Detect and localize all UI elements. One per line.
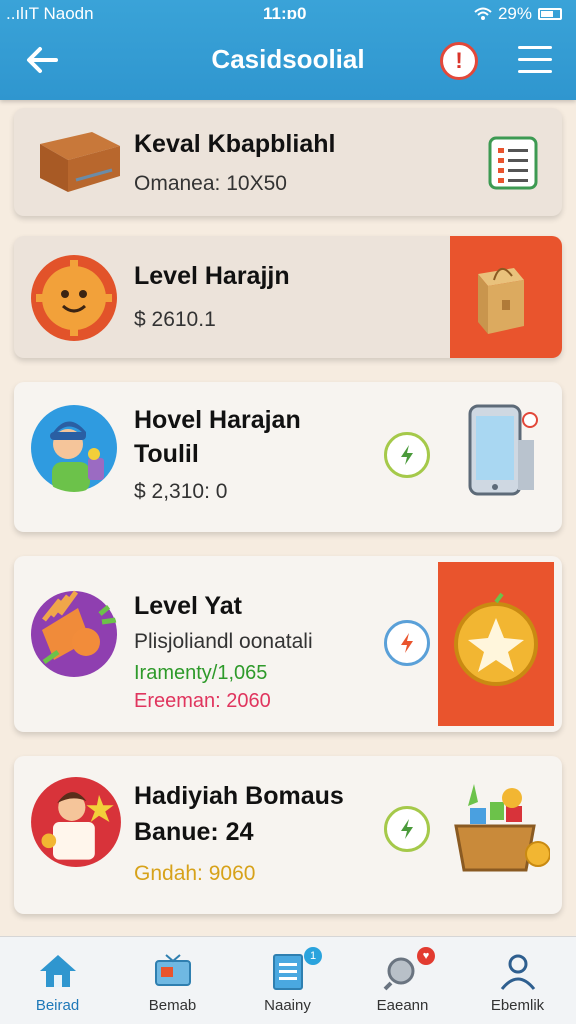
tv-icon (155, 954, 191, 986)
list-item[interactable]: Hadiyiah Bomaus Banue: 24 Gndah: 9060 (14, 756, 562, 914)
checklist-icon[interactable] (488, 136, 538, 190)
item-detail: Gndah: 9060 (134, 862, 256, 885)
list-item[interactable]: Level Harajjn $ 2610.1 (14, 236, 562, 358)
treasure-basket-icon[interactable] (446, 782, 550, 882)
list-item[interactable]: Hovel Harajan Toulil $ 2,310: 0 (14, 382, 562, 532)
item-title: Level Yat (134, 592, 242, 620)
phone-icon[interactable] (462, 400, 544, 500)
nav-item-search[interactable]: ♥ Eaeann (345, 937, 460, 1024)
status-badge[interactable] (384, 620, 430, 666)
status-badge[interactable] (384, 432, 430, 478)
home-icon (40, 955, 76, 987)
box-icon (40, 132, 120, 192)
carrier-label: ..ılıT Naodn (6, 4, 94, 23)
item-subtitle: Toulil (134, 440, 199, 468)
nav-item-documents[interactable]: 1 Naainy (230, 937, 345, 1024)
item-detail: Plisjoliandl oonatali (134, 630, 313, 653)
leaf-icon (401, 445, 413, 465)
party-icon (31, 590, 117, 677)
alert-icon: ! (455, 48, 463, 73)
status-bar: ..ılıT Naodn 11:ɒ0 29% (0, 4, 576, 26)
item-detail: Ereeman: 2060 (134, 690, 271, 712)
nav-label: Ebemlik (490, 997, 545, 1014)
bottom-nav: Beirad Bemab 1 Naainy ♥ Eaeann Ebemlik (0, 936, 576, 1024)
list-item[interactable]: Keval Kbapbliahl Omanea: 10X50 (14, 108, 562, 216)
hamburger-menu-icon[interactable] (518, 46, 552, 76)
nav-label: Bemab (148, 997, 197, 1014)
item-title: Hovel Harajan (134, 406, 301, 434)
list-item[interactable]: Level Yat Plisjoliandl oonatali Iramenty… (14, 556, 562, 732)
nav-item-profile[interactable]: Ebemlik (460, 937, 575, 1024)
item-detail: $ 2610.1 (134, 308, 216, 331)
battery-icon (538, 8, 562, 20)
person-avatar-icon (31, 405, 117, 492)
item-subtitle: Banue: 24 (134, 818, 254, 846)
item-title: Level Harajjn (134, 262, 290, 290)
alert-button[interactable]: ! (440, 42, 478, 80)
leaf-icon (401, 819, 413, 839)
item-title: Keval Kbapbliahl (134, 130, 336, 158)
page-title: Casidsoolial (211, 44, 365, 74)
item-detail: $ 2,310: 0 (134, 480, 228, 503)
nav-label: Eaeann (376, 997, 429, 1014)
shopping-bag-icon (478, 268, 524, 334)
profile-icon (500, 954, 536, 990)
action-panel[interactable] (450, 236, 562, 358)
gear-smile-icon (31, 255, 117, 341)
gold-coin-icon (454, 592, 538, 686)
action-panel[interactable] (438, 562, 554, 726)
notification-badge: ♥ (417, 947, 435, 965)
nav-label: Naainy (264, 997, 311, 1014)
document-icon (273, 954, 303, 990)
status-badge[interactable] (384, 806, 430, 852)
item-detail: Iramenty/1,065 (134, 662, 268, 684)
notification-badge: 1 (304, 947, 322, 965)
battery-percent: 29% (497, 4, 532, 23)
clock: 11:ɒ0 (263, 4, 307, 23)
gift-person-icon (31, 777, 121, 867)
bolt-icon (401, 633, 413, 653)
item-title: Hadiyiah Bomaus (134, 782, 344, 810)
top-bar: ..ılıT Naodn 11:ɒ0 29% Casidsoolial ! (0, 0, 576, 100)
nav-item-tv[interactable]: Bemab (115, 937, 230, 1024)
nav-label: Beirad (35, 997, 80, 1014)
item-detail: Omanea: 10X50 (134, 172, 287, 195)
status-right: 29% (474, 4, 562, 24)
wifi-icon (474, 7, 492, 20)
nav-item-home[interactable]: Beirad (0, 937, 115, 1024)
